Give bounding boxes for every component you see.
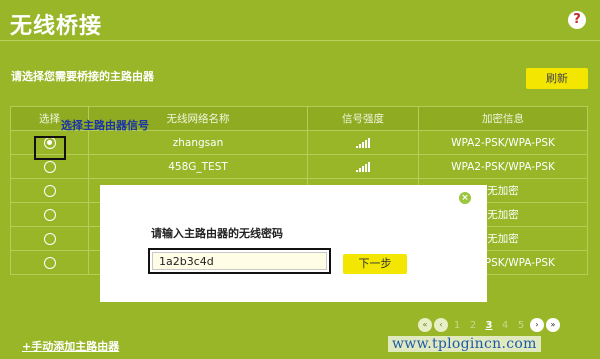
page-number[interactable]: 1 (450, 320, 464, 331)
select-radio[interactable] (43, 208, 56, 221)
page-title: 无线桥接 (10, 14, 103, 39)
dialog-title: 请输入主路由器的无线密码 (151, 227, 283, 240)
select-signal-annotation: 选择主路由器信号 (61, 119, 149, 132)
select-cell (10, 178, 89, 203)
signal-strength-icon (356, 161, 370, 172)
signal-strength-icon (356, 137, 370, 148)
select-router-prompt: 请选择您需要桥接的主路由器 (11, 70, 154, 83)
password-dialog: × 请输入主路由器的无线密码 1a2b3c4d 下一步 (100, 185, 487, 302)
help-icon[interactable]: ? (568, 11, 586, 29)
encryption-cell: WPA2-PSK/WPA-PSK (418, 154, 588, 179)
next-button[interactable]: 下一步 (343, 254, 407, 274)
refresh-button[interactable]: 刷新 (526, 68, 588, 89)
page-number[interactable]: 5 (514, 320, 528, 331)
header-divider (0, 40, 600, 41)
table-row[interactable]: zhangsan WPA2-PSK/WPA-PSK (10, 130, 588, 155)
close-icon[interactable]: × (459, 192, 471, 204)
select-cell (10, 250, 89, 275)
next-page-icon[interactable]: › (530, 318, 544, 332)
first-page-icon[interactable]: « (418, 318, 432, 332)
select-radio[interactable] (43, 160, 56, 173)
add-router-link[interactable]: +手动添加主路由器 (22, 338, 119, 354)
column-header-encryption: 加密信息 (418, 106, 588, 131)
column-header-signal: 信号强度 (307, 106, 419, 131)
table-row[interactable]: 458G_TEST WPA2-PSK/WPA-PSK (10, 154, 588, 179)
page-number[interactable]: 4 (498, 320, 512, 331)
signal-cell (307, 130, 419, 155)
select-radio[interactable] (43, 184, 56, 197)
page-number-current[interactable]: 3 (482, 320, 496, 331)
password-input[interactable]: 1a2b3c4d (152, 252, 327, 270)
signal-cell (307, 154, 419, 179)
last-page-icon[interactable]: » (546, 318, 560, 332)
prev-page-icon[interactable]: ‹ (434, 318, 448, 332)
page-number[interactable]: 2 (466, 320, 480, 331)
select-cell (10, 202, 89, 227)
pagination: « ‹ 1 2 3 4 5 › » (418, 318, 560, 332)
select-radio[interactable] (43, 256, 56, 269)
encryption-cell: WPA2-PSK/WPA-PSK (418, 130, 588, 155)
selected-radio-highlight (34, 136, 66, 160)
select-radio[interactable] (43, 232, 56, 245)
ssid-cell: 458G_TEST (88, 154, 308, 179)
select-cell (10, 226, 89, 251)
ssid-cell: zhangsan (88, 130, 308, 155)
watermark: www.tplogincn.com (388, 336, 541, 352)
password-field-highlight: 1a2b3c4d (148, 248, 331, 274)
